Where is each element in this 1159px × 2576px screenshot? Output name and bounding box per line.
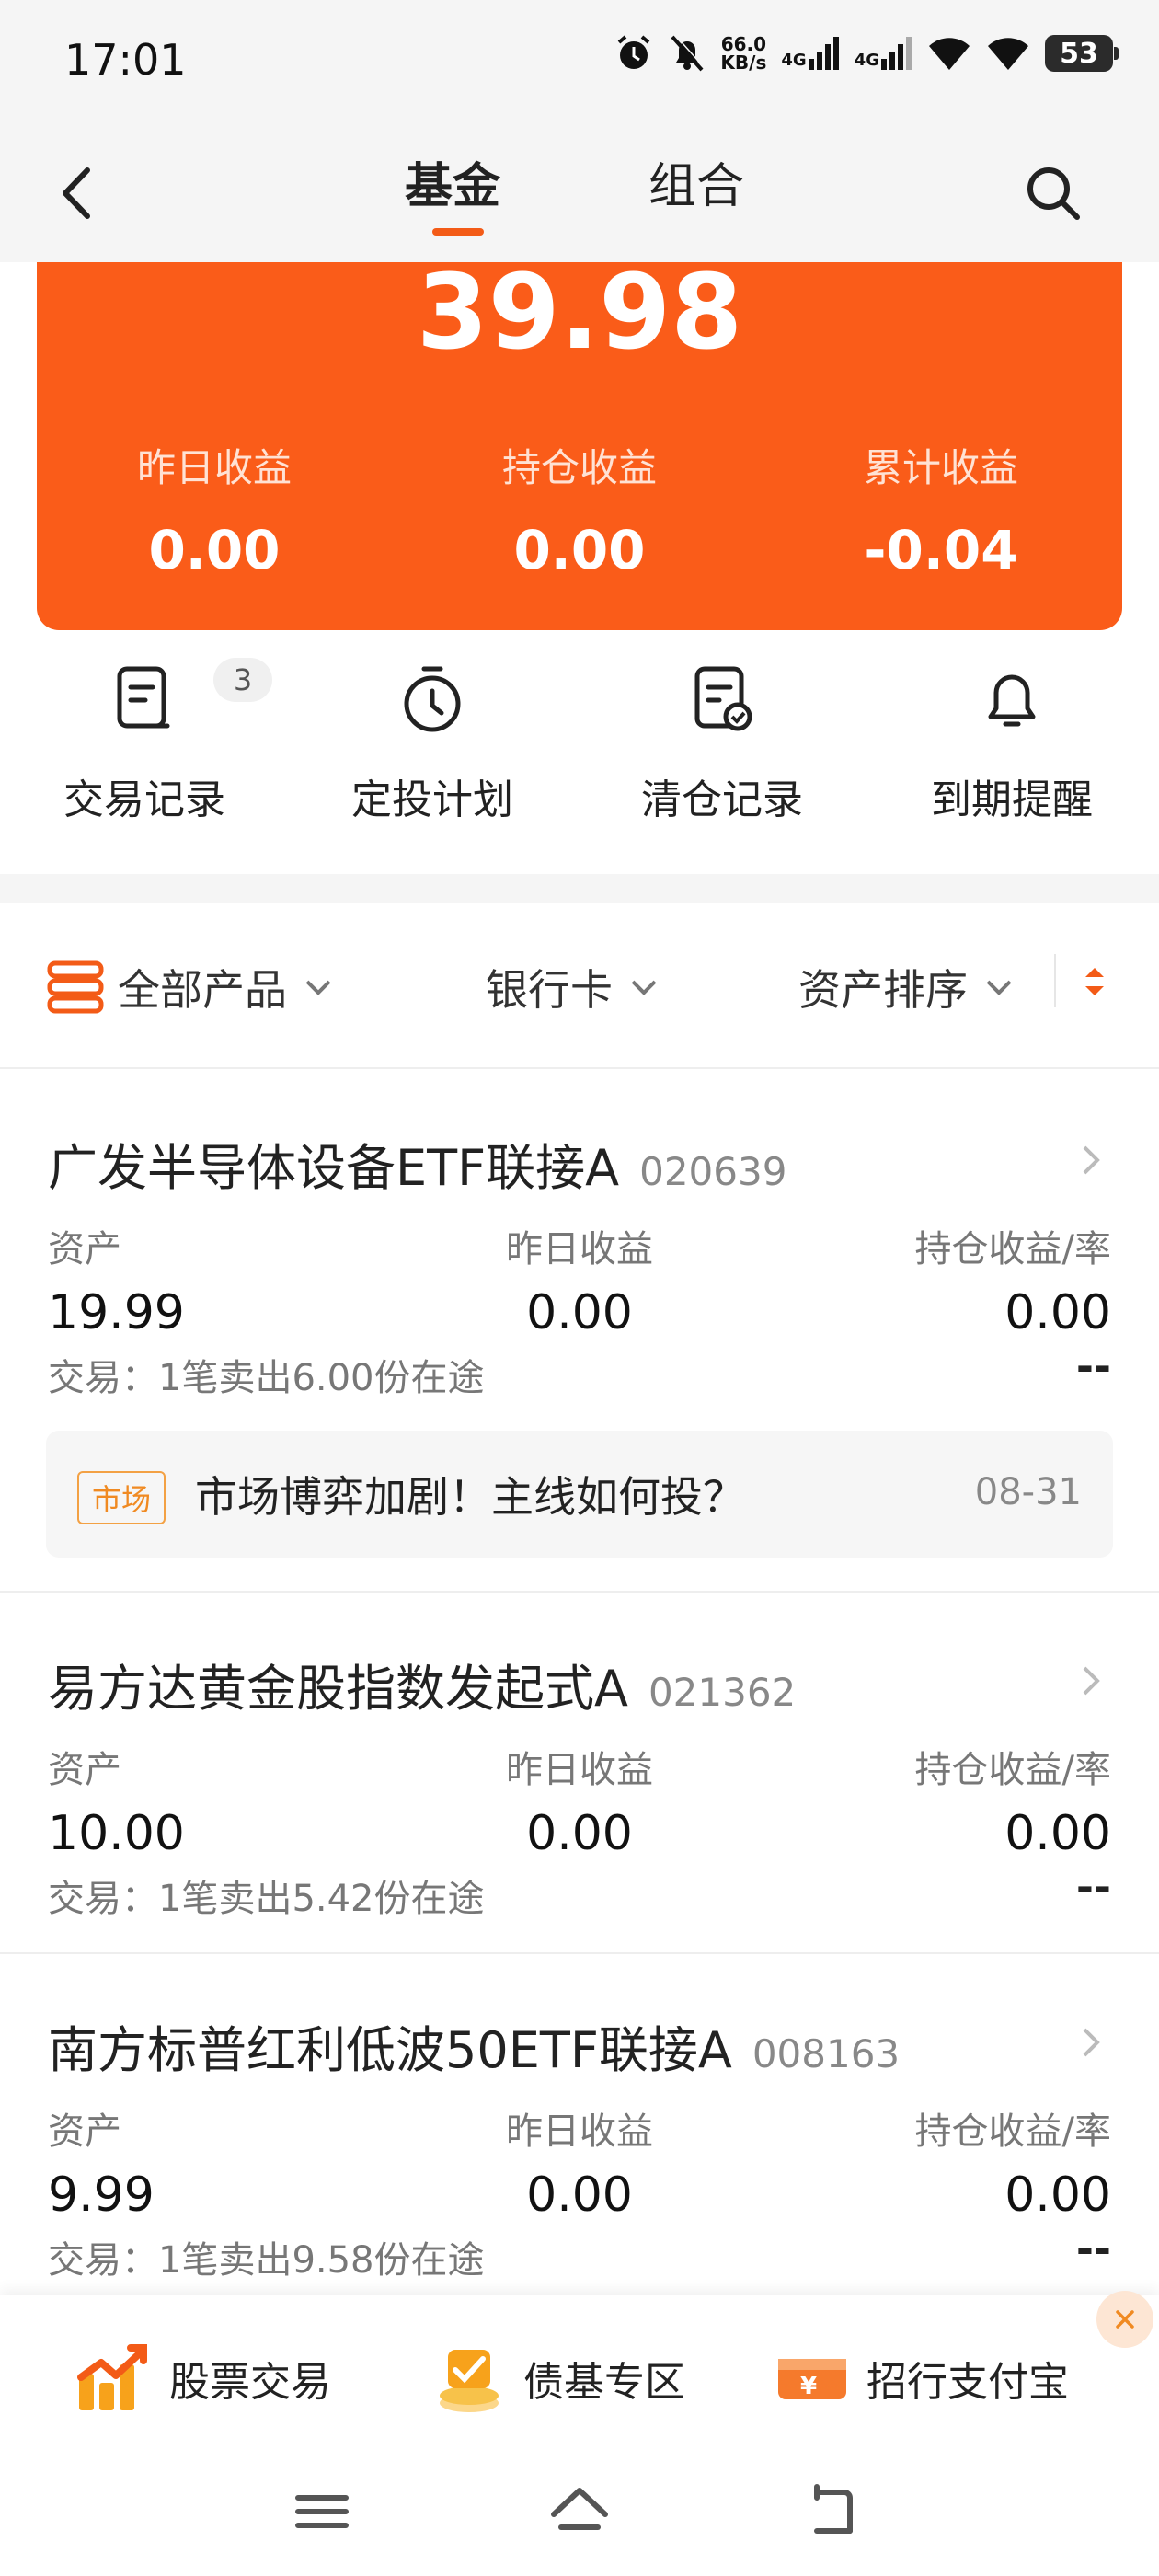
fund-title: 易方达黄金股指数发起式A 021362: [48, 1660, 797, 1718]
news-title: 市场博弈加剧！主线如何投？: [195, 1472, 745, 1522]
fund-card[interactable]: 广发半导体设备ETF联接A 020639 资产 19.99 昨日收益 0.00 持仓收…: [0, 1072, 1159, 1593]
bell-muted-icon: [671, 34, 706, 72]
asset-summary-card: 39.98 昨日收益 0.00 持仓收益 0.00 累计收益 -0.04: [37, 253, 1122, 630]
document-check-icon: [694, 666, 752, 731]
signal-bars-icon: [881, 37, 912, 70]
wifi-icon: [929, 38, 970, 70]
chevron-right-icon: [1083, 1666, 1100, 1696]
signal-bars-icon: [808, 37, 839, 70]
fund-holding-rate: --: [1075, 2224, 1111, 2273]
trade-records-badge: 3: [213, 658, 272, 702]
chevron-right-icon: [1083, 1145, 1100, 1175]
fund-asset: 资产 19.99: [48, 1228, 185, 1340]
bell-icon: [988, 674, 1036, 727]
stat-holding: 持仓收益 0.00: [501, 445, 657, 581]
filter-sort[interactable]: 资产排序: [798, 957, 1017, 1018]
quick-maturity-reminder[interactable]: 到期提醒: [892, 658, 1131, 825]
chevron-down-icon: [305, 980, 331, 995]
alarm-icon: [618, 35, 650, 69]
status-bar: 17:01 66.0 KB/s 4G 4G 53: [0, 0, 1159, 129]
search-icon[interactable]: [1021, 161, 1085, 225]
filter-separator: [1054, 954, 1056, 1007]
fund-title: 南方标普红利低波50ETF联接A 008163: [48, 2021, 901, 2079]
home-icon[interactable]: [543, 2479, 616, 2544]
stack-icon: [47, 960, 104, 1014]
fund-holding: 持仓收益/率 0.00: [914, 1228, 1111, 1340]
bond-fund-icon: [440, 2350, 499, 2412]
quick-clearance-records[interactable]: 清仓记录: [602, 658, 842, 825]
sort-order-icon[interactable]: [1076, 957, 1113, 1008]
battery-indicator: 53: [1045, 35, 1119, 72]
filter-product[interactable]: 全部产品: [46, 957, 337, 1018]
stock-chart-icon: [77, 2344, 147, 2410]
document-icon: [117, 666, 170, 729]
fund-yesterday: 昨日收益 0.00: [506, 1228, 653, 1340]
fund-title: 广发半导体设备ETF联接A 020639: [48, 1139, 787, 1197]
fund-holding-rate: --: [1075, 1862, 1111, 1912]
yuan-card-icon: ¥: [778, 2359, 846, 2400]
fund-code: 008163: [752, 2031, 901, 2076]
net-speed: 66.0 KB/s: [720, 33, 767, 74]
chevron-down-icon: [631, 980, 657, 995]
menu-icon[interactable]: [285, 2479, 359, 2544]
close-icon: [1116, 2310, 1134, 2329]
back-icon[interactable]: [51, 161, 106, 225]
fund-holding: 持仓收益/率 0.00: [914, 2110, 1111, 2223]
promo-stock-trading[interactable]: 股票交易: [74, 2337, 331, 2420]
filter-bar: 全部产品 银行卡 资产排序: [0, 903, 1159, 1069]
chevron-down-icon: [986, 980, 1012, 995]
stat-cumulative: 累计收益 -0.04: [863, 445, 1018, 581]
stat-yesterday: 昨日收益 0.00: [136, 445, 292, 581]
news-tag: 市场: [77, 1471, 166, 1524]
promo-cmb-alipay[interactable]: ¥ 招行支付宝: [771, 2337, 1069, 2420]
news-date: 08-31: [974, 1471, 1082, 1513]
fund-trade-status: 交易：1笔卖出5.42份在途: [48, 1878, 485, 1920]
total-asset-value: 39.98: [416, 253, 743, 373]
tab-portfolio[interactable]: 组合: [648, 147, 744, 216]
fund-holding-rate: --: [1075, 1341, 1111, 1391]
fund-holding: 持仓收益/率 0.00: [914, 1749, 1111, 1861]
bottom-promo-bar: 股票交易 债基专区 ¥ 招行支付宝: [0, 2295, 1159, 2452]
tab-fund[interactable]: 基金: [405, 147, 500, 216]
fund-asset: 资产 9.99: [48, 2110, 155, 2223]
status-time: 17:01: [64, 35, 187, 85]
promo-bond-fund[interactable]: 债基专区: [428, 2337, 685, 2420]
fund-card[interactable]: 易方达黄金股指数发起式A 021362 资产 10.00 昨日收益 0.00 持仓收益…: [0, 1593, 1159, 1954]
quick-auto-invest[interactable]: 定投计划: [313, 658, 552, 825]
signal-1: 4G: [781, 37, 839, 70]
signal-2: 4G: [855, 37, 912, 70]
system-nav-bar: [0, 2452, 1159, 2576]
news-banner[interactable]: 市场 市场博弈加剧！主线如何投？ 08-31: [46, 1431, 1113, 1558]
fund-code: 021362: [648, 1670, 797, 1715]
filter-bank-card[interactable]: 银行卡: [486, 957, 662, 1018]
fund-yesterday: 昨日收益 0.00: [506, 2110, 653, 2223]
section-divider: [0, 874, 1159, 903]
quick-trade-records[interactable]: 3 交易记录: [25, 658, 272, 825]
wifi-icon: [988, 38, 1028, 70]
close-promo-button[interactable]: [1096, 2291, 1153, 2348]
top-nav: 基金 组合: [0, 129, 1159, 262]
back-nav-icon[interactable]: [800, 2479, 874, 2544]
quick-actions: 3 交易记录 定投计划 清仓记录 到期提醒: [0, 658, 1159, 869]
fund-code: 020639: [639, 1149, 787, 1194]
fund-card[interactable]: 南方标普红利低波50ETF联接A 008163 资产 9.99 昨日收益 0.00 持…: [0, 1954, 1159, 2295]
tab-active-indicator: [432, 228, 484, 236]
fund-trade-status: 交易：1笔卖出9.58份在途: [48, 2239, 485, 2282]
fund-asset: 资产 10.00: [48, 1749, 185, 1861]
fund-trade-status: 交易：1笔卖出6.00份在途: [48, 1357, 485, 1399]
chevron-right-icon: [1083, 2028, 1100, 2057]
stopwatch-icon: [404, 666, 461, 732]
status-icons: 66.0 KB/s 4G 4G 53: [614, 33, 1119, 74]
fund-yesterday: 昨日收益 0.00: [506, 1749, 653, 1861]
svg-text:¥: ¥: [800, 2373, 817, 2400]
